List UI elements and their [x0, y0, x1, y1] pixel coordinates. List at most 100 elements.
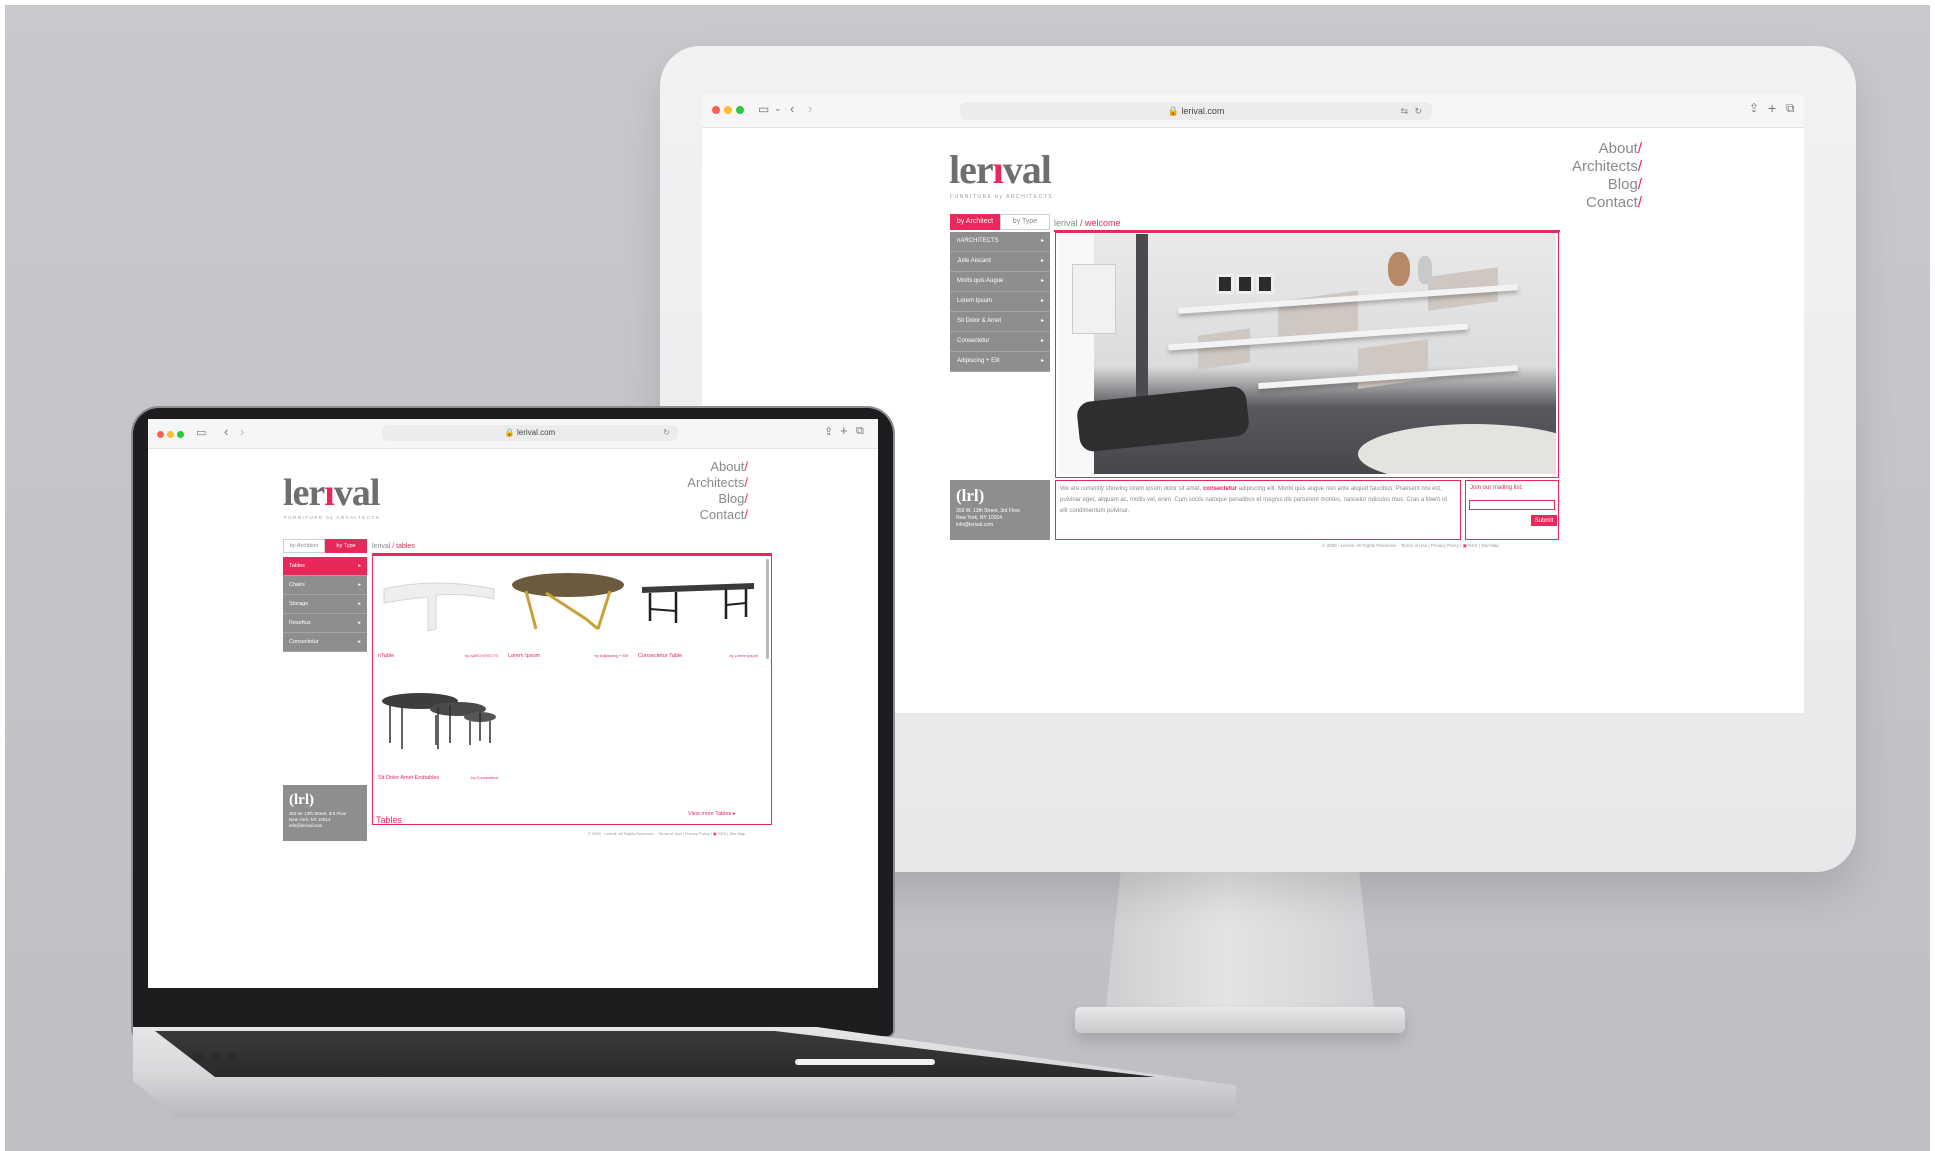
footer-link-rss[interactable]: RSS: [718, 831, 726, 836]
product-designer[interactable]: by Consectetur: [471, 775, 498, 780]
footer-link-rss[interactable]: RSS: [1468, 543, 1477, 548]
menu-item[interactable]: nARCHITECTS ▸: [950, 232, 1050, 252]
browser-toolbar: ▭ ‹ › 🔒 lerival.com ↻ ⇪ + ⧉: [148, 419, 878, 449]
product-title[interactable]: nTable: [378, 653, 394, 659]
share-icon[interactable]: ⇪: [1749, 101, 1759, 115]
menu-item-label: Julie Aiscard: [957, 258, 991, 264]
menu-item[interactable]: Chairs ▸: [283, 576, 367, 595]
sidebar-icon[interactable]: ▭: [758, 102, 769, 116]
address-bar[interactable]: 🔒 lerival.com ⇆ ↻: [960, 102, 1432, 120]
menu-item[interactable]: Julie Aiscard ▸: [950, 252, 1050, 272]
main-nav: About/ Architects/ Blog/ Contact/: [1522, 140, 1642, 212]
tab-by-architect[interactable]: by Architect: [950, 214, 1000, 230]
reload-icon[interactable]: ↻: [1414, 102, 1422, 120]
nav-contact[interactable]: Contact/: [1522, 194, 1642, 212]
menu-item[interactable]: Sit Dolor & Amet ▸: [950, 312, 1050, 332]
tab-by-architect[interactable]: by Architect: [283, 539, 325, 553]
product-card[interactable]: Sit Dolor Amet Endtables by Consectetur: [376, 671, 500, 791]
footer-link-terms[interactable]: Terms of Use: [658, 831, 682, 836]
menu-item[interactable]: Consectetur ▸: [950, 332, 1050, 352]
reload-icon[interactable]: ↻: [663, 425, 670, 441]
nav-architects[interactable]: Architects/: [588, 475, 748, 491]
menu-item[interactable]: Lorem Ipsum ▸: [950, 292, 1050, 312]
nav-label: Blog: [718, 491, 745, 506]
contact-email[interactable]: info@lerival.com: [289, 823, 361, 829]
imac-stand-foot: [1075, 1007, 1405, 1033]
minimize-window-button[interactable]: [167, 431, 174, 438]
translate-icon[interactable]: ⇆: [1400, 102, 1408, 120]
product-designer[interactable]: by Lorem Ipsum: [729, 653, 758, 658]
product-title[interactable]: Sit Dolor Amet Endtables: [378, 775, 439, 781]
nav-label: Architects: [1571, 158, 1638, 175]
nav-slash: /: [744, 475, 748, 490]
site-logo[interactable]: lerıval: [283, 471, 380, 515]
new-tab-icon[interactable]: +: [1768, 100, 1776, 116]
main-nav: About/ Architects/ Blog/ Contact/: [588, 459, 748, 523]
mailing-email-input[interactable]: [1469, 500, 1555, 510]
nav-architects[interactable]: Architects/: [1522, 158, 1642, 176]
menu-item[interactable]: Morbi quis Augue ▸: [950, 272, 1050, 292]
url-text: lerival.com: [516, 428, 556, 437]
footer-link-terms[interactable]: Terms of Use: [1401, 543, 1428, 548]
product-card[interactable]: Consectetur Table by Lorem Ipsum: [636, 559, 760, 665]
new-tab-icon[interactable]: +: [840, 423, 848, 438]
forward-icon[interactable]: ›: [808, 101, 812, 116]
forward-icon[interactable]: ›: [240, 424, 244, 439]
nav-label: Blog: [1607, 176, 1638, 193]
close-window-button[interactable]: [157, 431, 164, 438]
close-window-button[interactable]: [712, 106, 720, 114]
tabs-overview-icon[interactable]: ⧉: [1786, 101, 1795, 116]
sidebar-icon[interactable]: ▭: [196, 426, 206, 439]
chevron-right-icon: ▸: [358, 582, 361, 588]
product-designer[interactable]: by Adipiscing + Elit: [595, 653, 628, 658]
view-more-link[interactable]: View more Tables ▸: [688, 811, 736, 817]
nav-slash: /: [744, 491, 748, 506]
nav-contact[interactable]: Contact/: [588, 507, 748, 523]
breadcrumb-root[interactable]: lerival: [372, 543, 390, 550]
imac-stand-neck: [1105, 867, 1375, 1017]
menu-item[interactable]: Storage ▸: [283, 595, 367, 614]
breadcrumb-root[interactable]: lerival: [1054, 218, 1078, 228]
menu-item[interactable]: Adipiscing + Elit ▸: [950, 352, 1050, 372]
tab-by-type[interactable]: by Type: [1000, 214, 1050, 230]
product-image: [376, 671, 500, 771]
product-title[interactable]: Consectetur Table: [638, 653, 682, 659]
zoom-window-button[interactable]: [177, 431, 184, 438]
product-card[interactable]: nTable by nARCHITECTS: [376, 559, 500, 665]
zoom-window-button[interactable]: [736, 106, 744, 114]
footer-link-privacy[interactable]: Privacy Policy: [685, 831, 710, 836]
menu-item[interactable]: Consectetur ▸: [283, 633, 367, 652]
site-logo[interactable]: lerıval: [949, 146, 1052, 193]
nav-blog[interactable]: Blog/: [588, 491, 748, 507]
address-bar[interactable]: 🔒 lerival.com ↻: [382, 425, 678, 441]
product-title[interactable]: Lorem Ipsum: [508, 653, 540, 659]
chevron-right-icon: ▸: [1040, 358, 1044, 364]
contact-email[interactable]: info@lerival.com: [956, 522, 1044, 529]
share-icon[interactable]: ⇪: [824, 425, 833, 438]
tabs-overview-icon[interactable]: ⧉: [856, 425, 864, 438]
nav-label: Architects: [687, 475, 745, 490]
lock-icon: 🔒: [504, 428, 515, 437]
product-card[interactable]: Lorem Ipsum by Adipiscing + Elit: [506, 559, 630, 665]
submit-button[interactable]: Submit: [1531, 515, 1557, 526]
chevron-down-icon[interactable]: ⌄: [774, 103, 782, 114]
product-image: [636, 559, 760, 651]
grid-scrollbar[interactable]: [766, 559, 769, 659]
tab-by-type[interactable]: by Type: [325, 539, 367, 553]
menu-item-selected[interactable]: Tables ▸: [283, 557, 367, 576]
product-designer[interactable]: by nARCHITECTS: [465, 653, 498, 658]
menu-item[interactable]: Reseftus ▸: [283, 614, 367, 633]
intro-link[interactable]: consectetur: [1203, 486, 1237, 492]
nav-about[interactable]: About/: [588, 459, 748, 475]
back-icon[interactable]: ‹: [790, 101, 794, 116]
menu-item-label: Chairs: [289, 582, 305, 588]
back-icon[interactable]: ‹: [224, 424, 228, 439]
footer-link-sitemap[interactable]: Site Map: [729, 831, 745, 836]
footer-link-privacy[interactable]: Privacy Policy: [1431, 543, 1459, 548]
footer-link-sitemap[interactable]: Site Map: [1481, 543, 1499, 548]
logo-part: ler: [283, 472, 325, 514]
nav-blog[interactable]: Blog/: [1522, 176, 1642, 194]
nav-label: Contact: [699, 507, 745, 522]
nav-about[interactable]: About/: [1522, 140, 1642, 158]
minimize-window-button[interactable]: [724, 106, 732, 114]
